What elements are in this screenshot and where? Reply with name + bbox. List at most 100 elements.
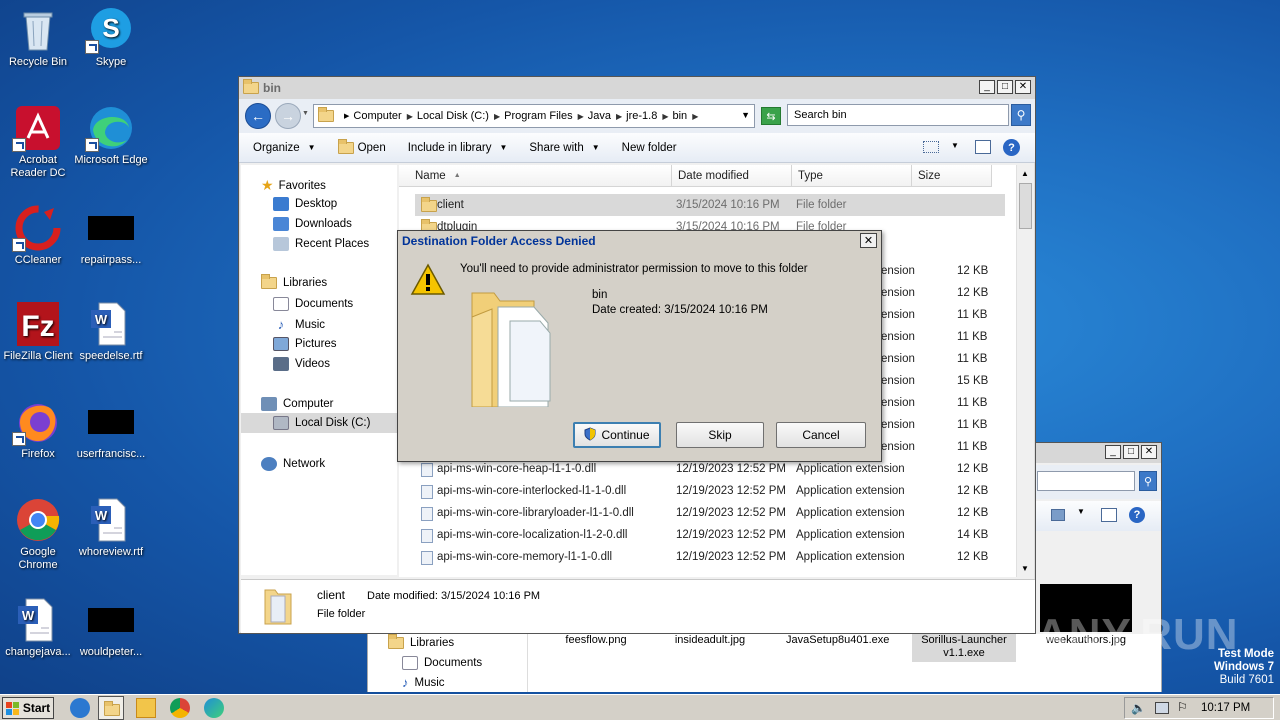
nav-libraries[interactable]: Libraries [388, 634, 454, 649]
skip-button[interactable]: Skip [676, 422, 764, 448]
help-icon[interactable]: ? [1003, 139, 1020, 156]
breadcrumb-item[interactable]: Computer ▶ [353, 110, 412, 122]
table-row[interactable]: api-ms-win-core-localization-l1-2-0.dll … [415, 524, 1005, 546]
minimize-button[interactable]: _ [979, 80, 995, 94]
column-header-type[interactable]: Type [792, 165, 912, 187]
forward-arrow-icon[interactable]: → [275, 103, 301, 129]
cancel-button[interactable]: Cancel [776, 422, 866, 448]
close-button[interactable]: ✕ [1015, 80, 1031, 94]
search-icon[interactable]: ⚲ [1011, 104, 1031, 126]
dialog-title-bar[interactable]: Destination Folder Access Denied [398, 231, 881, 251]
breadcrumb-item[interactable]: jre-1.8 ▶ [626, 110, 668, 122]
column-header-size[interactable]: Size [912, 165, 992, 187]
maximize-button[interactable]: □ [997, 80, 1013, 94]
internet-explorer-icon[interactable] [70, 698, 90, 718]
refresh-icon[interactable]: ⇆ [761, 107, 781, 125]
nav-recent-places[interactable]: Recent Places [273, 237, 369, 251]
chrome-icon[interactable] [170, 698, 190, 718]
nav-computer[interactable]: Computer [261, 397, 334, 411]
nav-videos[interactable]: Videos [273, 357, 330, 371]
nav-local-disk[interactable]: Local Disk (C:) [241, 413, 397, 433]
table-row[interactable]: api-ms-win-core-memory-l1-1-0.dll 12/19/… [415, 546, 1005, 568]
explorer-taskbar-button[interactable] [98, 696, 124, 720]
desktop-icon-acrobat[interactable]: Acrobat Reader DC [0, 104, 76, 180]
include-in-library-button[interactable]: Include in library ▼ [408, 142, 508, 154]
edge-icon[interactable] [204, 698, 224, 718]
desktop-icon-ccleaner[interactable]: CCleaner [0, 204, 76, 267]
address-bar[interactable]: ▶ Computer ▶ Local Disk (C:) ▶ Program Fil… [313, 104, 755, 128]
breadcrumb-chevron-icon[interactable]: ▶ [578, 112, 584, 121]
search-input[interactable] [1037, 471, 1135, 491]
view-options-icon[interactable] [923, 141, 939, 153]
vertical-scrollbar[interactable]: ▲ ▼ [1016, 165, 1033, 577]
file-item[interactable]: JavaSetup8u401.exe [786, 634, 889, 647]
desktop-icon-chrome[interactable]: Google Chrome [0, 496, 76, 572]
breadcrumb-chevron-icon[interactable]: ▶ [662, 112, 668, 121]
open-button[interactable]: Open [337, 138, 386, 154]
organize-button[interactable]: Organize ▼ [253, 142, 316, 154]
breadcrumb-chevron-icon[interactable]: ▶ [692, 112, 698, 121]
file-item-selected[interactable]: Sorillus-Launcher v1.1.exe [912, 634, 1016, 662]
nav-desktop[interactable]: Desktop [273, 197, 337, 211]
media-player-icon[interactable] [136, 698, 156, 718]
desktop-icon-recycle-bin[interactable]: Recycle Bin [0, 6, 76, 69]
chevron-down-icon[interactable]: ▼ [1077, 507, 1085, 516]
access-denied-dialog[interactable]: Destination Folder Access Denied ✕ You'l… [397, 230, 882, 462]
breadcrumb-item[interactable]: Java ▶ [588, 110, 622, 122]
close-button[interactable]: ✕ [1141, 445, 1157, 459]
breadcrumb-chevron-icon[interactable]: ▶ [494, 112, 500, 121]
desktop-icon-userfrancisc[interactable]: userfrancisc... [73, 398, 149, 461]
desktop-icon-edge[interactable]: Microsoft Edge [73, 104, 149, 167]
desktop-icon-repairpass[interactable]: repairpass... [73, 204, 149, 267]
help-icon[interactable]: ? [1129, 507, 1145, 523]
breadcrumb-item[interactable]: Local Disk (C:) ▶ [417, 110, 500, 122]
column-header-name[interactable]: Name ▲ [399, 165, 672, 187]
close-button[interactable]: ✕ [860, 233, 877, 248]
nav-downloads[interactable]: Downloads [273, 217, 352, 231]
scrollbar-thumb[interactable] [1019, 183, 1032, 229]
desktop-icon-filezilla[interactable]: Fz FileZilla Client [0, 300, 76, 363]
volume-icon[interactable]: 🔈 [1131, 701, 1146, 715]
nav-favorites[interactable]: ★ Favorites [261, 177, 326, 194]
title-bar[interactable]: _ □ ✕ [1035, 443, 1161, 463]
table-row[interactable]: api-ms-win-core-interlocked-l1-1-0.dll 1… [415, 480, 1005, 502]
recent-pages-chevron-icon[interactable]: ▼ [302, 110, 309, 117]
table-row[interactable]: api-ms-win-core-libraryloader-l1-1-0.dll… [415, 502, 1005, 524]
column-header-date[interactable]: Date modified [672, 165, 792, 187]
chevron-down-icon[interactable]: ▼ [951, 141, 959, 150]
maximize-button[interactable]: □ [1123, 445, 1139, 459]
desktop-icon-speedelse[interactable]: W speedelse.rtf [73, 300, 149, 363]
back-arrow-icon[interactable]: ← [245, 103, 271, 129]
clock[interactable]: 10:17 PM [1201, 702, 1250, 714]
file-item[interactable]: feesflow.png [554, 634, 638, 646]
view-options-icon[interactable] [1051, 509, 1065, 521]
minimize-button[interactable]: _ [1105, 445, 1121, 459]
search-icon[interactable]: ⚲ [1139, 471, 1157, 491]
nav-network[interactable]: Network [261, 457, 325, 471]
desktop-icon-firefox[interactable]: Firefox [0, 398, 76, 461]
scroll-down-icon[interactable]: ▼ [1021, 564, 1029, 573]
continue-button[interactable]: Continue [573, 422, 661, 448]
preview-pane-icon[interactable] [1101, 508, 1117, 522]
network-icon[interactable] [1155, 702, 1169, 714]
desktop-icon-wouldpeter[interactable]: wouldpeter... [73, 596, 149, 659]
action-center-flag-icon[interactable]: ⚐ [1177, 700, 1188, 714]
nav-music[interactable]: ♪ Music [402, 675, 445, 690]
title-bar[interactable]: bin _ □ ✕ [239, 77, 1035, 99]
nav-documents[interactable]: Documents [273, 297, 353, 311]
breadcrumb-item[interactable]: Program Files ▶ [504, 110, 584, 122]
nav-pictures[interactable]: Pictures [273, 337, 337, 351]
nav-music[interactable]: ♪ Music [273, 317, 325, 332]
breadcrumb-chevron-icon[interactable]: ▶ [616, 112, 622, 121]
search-input[interactable]: Search bin [787, 104, 1009, 126]
desktop-icon-whoreview[interactable]: W whoreview.rtf [73, 496, 149, 559]
breadcrumb-chevron-icon[interactable]: ▶ [344, 112, 349, 120]
desktop-icon-changejava[interactable]: W changejava... [0, 596, 76, 659]
breadcrumb-chevron-icon[interactable]: ▶ [407, 112, 413, 121]
desktop-icon-skype[interactable]: S Skype [73, 6, 149, 69]
file-item[interactable]: insideadult.jpg [668, 634, 752, 646]
table-row[interactable]: client 3/15/2024 10:16 PM File folder [415, 194, 1005, 216]
share-with-button[interactable]: Share with ▼ [529, 142, 599, 154]
nav-documents[interactable]: Documents [402, 656, 482, 670]
start-button[interactable]: Start [2, 697, 54, 719]
